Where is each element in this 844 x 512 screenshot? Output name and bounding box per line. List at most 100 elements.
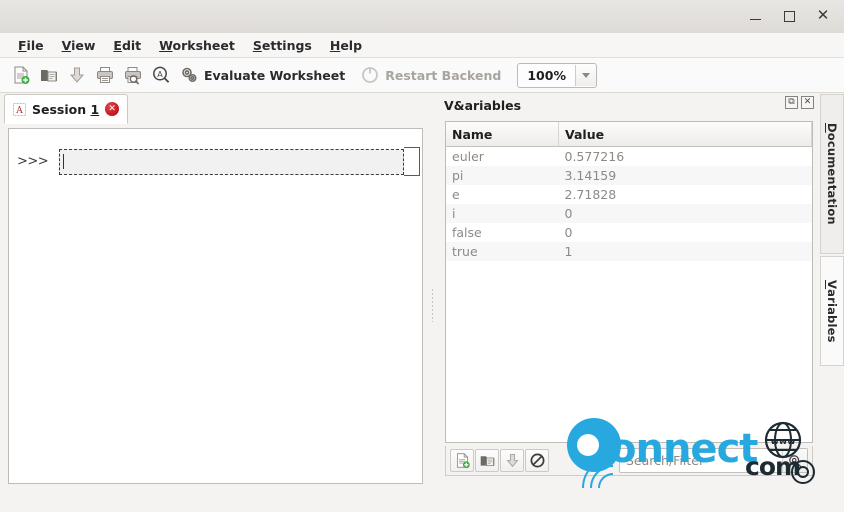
sidetab-variables[interactable]: Variables: [820, 256, 844, 366]
main-toolbar: A Evaluate Worksheet Restart Backend 100…: [0, 58, 844, 93]
cell-variable-value: 1: [558, 242, 812, 261]
variables-new-button[interactable]: [450, 449, 474, 472]
variables-table: Name Value euler 0.577216 pi 3.14159 e 2…: [446, 122, 812, 261]
cell-variable-name: euler: [452, 149, 484, 164]
panel-splitter[interactable]: [427, 128, 441, 484]
command-input[interactable]: [59, 148, 404, 175]
variables-dock-header: V&ariables ⧉ ✕: [441, 94, 816, 116]
sidetab-variables-mnemonic: V: [825, 279, 839, 289]
close-icon: ✕: [816, 6, 830, 24]
variables-table-body: euler 0.577216 pi 3.14159 e 2.71828 i 0: [446, 147, 812, 261]
table-row[interactable]: true 1: [446, 242, 812, 261]
worksheet-prompt-row: >>>: [17, 147, 420, 176]
menu-edit[interactable]: Edit: [104, 35, 150, 56]
svg-text:A: A: [15, 106, 23, 116]
open-folder-icon: [41, 70, 57, 82]
title-bar: ✕: [0, 0, 844, 34]
table-row[interactable]: i 0: [446, 204, 812, 223]
find-text-icon: A: [153, 66, 170, 83]
chevron-down-icon: [581, 72, 590, 78]
tab-close-icon[interactable]: ✕: [105, 102, 120, 116]
evaluate-worksheet-button[interactable]: [176, 62, 202, 88]
menu-help-label: elp: [340, 37, 363, 53]
save-worksheet-button[interactable]: [64, 62, 90, 88]
menu-file-mnemonic: F: [18, 37, 27, 53]
restart-backend-button[interactable]: [357, 62, 383, 88]
table-row[interactable]: false 0: [446, 223, 812, 242]
cell-variable-name: i: [446, 204, 559, 223]
magnifier-icon: [789, 454, 802, 467]
variables-save-button[interactable]: [500, 449, 524, 472]
close-button[interactable]: ✕: [808, 2, 838, 32]
dock-close-button[interactable]: ✕: [801, 96, 814, 109]
menu-edit-label: dit: [121, 37, 142, 53]
minimize-button[interactable]: [740, 2, 770, 32]
cell-variable-name: pi: [446, 166, 559, 185]
menu-view-label: iew: [71, 37, 96, 53]
menu-edit-mnemonic: E: [113, 37, 122, 53]
search-input[interactable]: [620, 450, 782, 471]
evaluate-worksheet-action[interactable]: Evaluate Worksheet: [176, 62, 355, 88]
zoom-value: 100%: [527, 67, 566, 83]
find-button[interactable]: A: [148, 62, 174, 88]
text-cursor: [63, 154, 64, 169]
cell-variable-value: 0: [558, 204, 812, 223]
print-preview-icon: [125, 67, 141, 85]
sidetab-documentation[interactable]: Documentation: [820, 94, 844, 254]
menu-worksheet-label: orksheet: [172, 37, 235, 53]
menu-view[interactable]: View: [53, 35, 105, 56]
menu-worksheet-mnemonic: W: [159, 37, 173, 53]
minimize-icon: [749, 19, 761, 20]
menu-worksheet[interactable]: Worksheet: [150, 35, 244, 56]
worksheet-area[interactable]: >>>: [8, 128, 423, 484]
restart-backend-action[interactable]: Restart Backend: [357, 62, 511, 88]
menu-settings[interactable]: Settings: [244, 35, 321, 56]
splitter-grip-icon: [431, 288, 434, 322]
new-worksheet-button[interactable]: [8, 62, 34, 88]
cell-variable-value: 2.71828: [564, 187, 617, 202]
evaluate-worksheet-label: Evaluate Worksheet: [204, 67, 346, 83]
cell-variable-name: false: [452, 225, 482, 240]
open-worksheet-button[interactable]: [36, 62, 62, 88]
svg-text:A: A: [157, 70, 163, 79]
menu-help[interactable]: Help: [321, 35, 371, 56]
menu-settings-label: ettings: [261, 37, 312, 53]
zoom-combobox[interactable]: 100%: [517, 62, 597, 88]
sidetab-variables-text: ariables: [825, 288, 839, 343]
variables-clear-button[interactable]: [525, 449, 549, 472]
cell-variable-value: 3.14159: [558, 166, 812, 185]
variables-filter-box[interactable]: [619, 448, 808, 473]
variables-table-container[interactable]: Name Value euler 0.577216 pi 3.14159 e 2…: [445, 121, 813, 443]
gears-icon: [182, 67, 197, 83]
tab-session-1-mnemonic: 1: [90, 101, 100, 117]
variables-open-button[interactable]: [475, 449, 499, 472]
no-entry-icon: [530, 453, 544, 468]
print-icon: [97, 67, 113, 83]
cell-variable-value: 0: [564, 225, 573, 240]
session-icon: A: [13, 102, 26, 116]
menu-file[interactable]: File: [9, 35, 53, 56]
dock-float-button[interactable]: ⧉: [785, 96, 798, 109]
sidetab-documentation-mnemonic: D: [825, 123, 839, 133]
tab-session-1-label: Session 1: [32, 102, 99, 117]
table-row[interactable]: euler 0.577216: [446, 147, 812, 167]
table-row[interactable]: e 2.71828: [446, 185, 812, 204]
print-preview-button[interactable]: [120, 62, 146, 88]
open-folder-icon: [480, 456, 494, 467]
variables-dock-buttons: ⧉ ✕: [785, 96, 814, 109]
window-controls: ✕: [740, 0, 838, 33]
column-header-name[interactable]: Name: [446, 122, 559, 147]
table-row[interactable]: pi 3.14159: [446, 166, 812, 185]
menu-bar: File View Edit Worksheet Settings Help: [0, 33, 844, 58]
search-button[interactable]: [782, 449, 807, 472]
tab-session-1[interactable]: A Session 1 ✕: [4, 94, 129, 124]
column-header-value[interactable]: Value: [558, 122, 812, 147]
new-document-icon: [14, 66, 30, 84]
maximize-button[interactable]: [774, 2, 804, 32]
cell-variable-value: 0.577216: [564, 149, 625, 164]
variables-dock: V&ariables ⧉ ✕ Name Value euler 0.577216: [441, 94, 816, 494]
new-document-icon: [456, 453, 470, 469]
print-button[interactable]: [92, 62, 118, 88]
restart-backend-label: Restart Backend: [385, 67, 502, 83]
zoom-dropdown-button[interactable]: [574, 64, 596, 86]
